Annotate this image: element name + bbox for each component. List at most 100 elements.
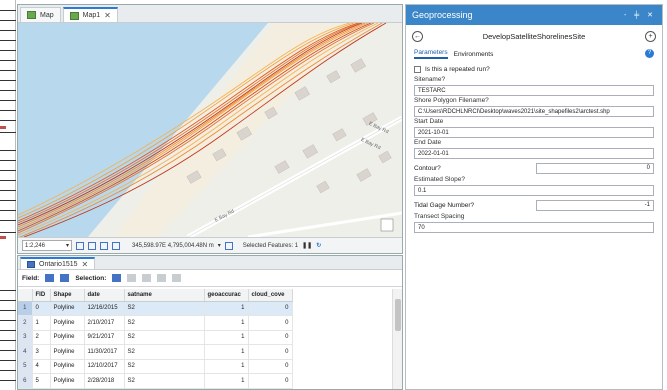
switch-selection-icon[interactable]: [142, 274, 152, 282]
scrollbar-thumb[interactable]: [395, 299, 401, 331]
row-number[interactable]: 5: [18, 359, 33, 374]
tidal-gage-field[interactable]: -1: [536, 199, 654, 211]
start-date-field[interactable]: 2021-10-01: [414, 127, 654, 138]
cell-satname: S2: [124, 315, 205, 331]
sliver-row-line: [0, 120, 16, 121]
map-canvas[interactable]: E Bay Rd E Bay Rd E Bay Rd: [18, 23, 402, 237]
end-date-field[interactable]: 2022-01-01: [414, 148, 654, 159]
slope-field[interactable]: 0.1: [414, 185, 654, 196]
row-number[interactable]: 1: [18, 301, 33, 316]
table-row[interactable]: 3 2 Polyline 9/21/2017 S2 1 0: [18, 330, 293, 345]
close-icon[interactable]: ✕: [82, 260, 89, 269]
add-icon[interactable]: +: [645, 30, 656, 42]
table-row[interactable]: 4 3 Polyline 11/30/2017 S2 1 0: [18, 344, 293, 360]
table-icon[interactable]: [88, 241, 96, 250]
tab-attribute-table[interactable]: Ontario1515 ✕: [20, 257, 96, 269]
cell-shape: Polyline: [50, 301, 85, 316]
column-header[interactable]: FID: [32, 289, 51, 302]
plus-icon[interactable]: [100, 241, 108, 250]
map-icon: [69, 11, 79, 20]
pane-window-controls[interactable]: - ╪ ✕: [624, 11, 656, 19]
sliver-marker: [0, 126, 6, 129]
cell-fid: 4: [32, 359, 51, 374]
sliver-row-line: [0, 330, 16, 331]
row-number[interactable]: 3: [18, 330, 33, 345]
cell-shape: Polyline: [50, 344, 85, 360]
scale-dropdown[interactable]: 1:2,246 ▾: [22, 240, 72, 251]
cell-cloud-cove: 0: [248, 359, 293, 374]
select-by-attributes-icon[interactable]: [112, 274, 122, 282]
cell-fid: 5: [32, 373, 51, 389]
sliver-row-line: [0, 232, 16, 233]
sliver-row-line: [0, 370, 16, 371]
tab-map1[interactable]: Map1 ✕: [62, 7, 118, 22]
rotation-icon[interactable]: [112, 241, 120, 250]
end-date-label: End Date: [414, 139, 442, 146]
sitename-field[interactable]: TESTARC: [414, 85, 654, 96]
sliver-row-line: [0, 170, 16, 171]
cell-geoaccurac: 1: [204, 330, 249, 345]
sliver-row-line: [0, 150, 16, 151]
tab-environments[interactable]: Environments: [454, 51, 494, 58]
column-header[interactable]: satname: [124, 289, 205, 302]
column-header[interactable]: cloud_cove: [248, 289, 293, 302]
tab-map[interactable]: Map: [20, 7, 61, 22]
cell-cloud-cove: 0: [248, 330, 293, 345]
column-header[interactable]: geoaccurac: [204, 289, 249, 302]
sliver-row-line: [0, 210, 16, 211]
table-row[interactable]: 1 0 Polyline 12/16/2015 S2 1 0: [18, 301, 293, 316]
cell-fid: 2: [32, 330, 51, 345]
sliver-row-line: [0, 300, 16, 301]
transect-spacing-label: Transect Spacing: [414, 213, 465, 220]
selection-label: Selection:: [75, 274, 107, 282]
table-row[interactable]: 5 4 Polyline 12/10/2017 S2 1 0: [18, 359, 293, 374]
zoom-to-selection-icon[interactable]: [127, 274, 137, 282]
chevron-down-icon: ▾: [65, 243, 69, 249]
selection-icon[interactable]: [224, 241, 233, 250]
sliver-row-line: [0, 10, 16, 11]
table-row[interactable]: 2 1 Polyline 2/10/2017 S2 1 0: [18, 315, 293, 331]
row-number[interactable]: 6: [18, 373, 33, 389]
repeated-run-checkbox[interactable]: [414, 65, 421, 73]
polygon-filename-label: Shore Polygon Filename?: [414, 97, 489, 104]
polygon-filename-field[interactable]: C:\Users\RDCHLNRCI\Desktop\waves2021\sit…: [414, 106, 654, 117]
row-number[interactable]: 4: [18, 344, 33, 360]
grid-icon[interactable]: [76, 241, 84, 250]
sliver-row-line: [0, 20, 16, 21]
table-header-row: FID Shape date satname geoaccurac cloud_…: [18, 289, 293, 302]
cell-geoaccurac: 1: [204, 315, 249, 331]
add-field-icon[interactable]: [45, 274, 55, 282]
tool-title-bar: ← DevelopSatelliteShorelinesSite +: [406, 25, 662, 47]
row-number[interactable]: 2: [18, 315, 33, 331]
cell-geoaccurac: 1: [204, 373, 249, 389]
cell-shape: Polyline: [50, 315, 85, 331]
transect-spacing-field[interactable]: 70: [414, 222, 654, 233]
chevron-down-icon[interactable]: ▾: [218, 242, 221, 249]
sliver-row-line: [0, 50, 16, 51]
table-row[interactable]: 6 5 Polyline 2/28/2018 S2 1 0: [18, 373, 293, 389]
sliver-marker: [0, 236, 6, 239]
cell-date: 12/10/2017: [84, 359, 125, 374]
tab-map1-label: Map1: [82, 12, 101, 19]
sliver-row-line: [0, 350, 16, 351]
cell-fid: 3: [32, 344, 51, 360]
table-scrollbar[interactable]: [392, 289, 402, 389]
calculate-field-icon[interactable]: [60, 274, 70, 282]
pause-icon[interactable]: ❚❚: [302, 242, 312, 249]
sliver-row-line: [0, 340, 16, 341]
column-header[interactable]: date: [84, 289, 125, 302]
selected-features-count[interactable]: Selected Features: 1: [243, 243, 298, 249]
clear-selection-icon[interactable]: [157, 274, 167, 282]
tab-parameters[interactable]: Parameters: [414, 49, 448, 59]
refresh-icon[interactable]: ↻: [316, 242, 321, 249]
sliver-row-line: [0, 180, 16, 181]
contour-field[interactable]: 0: [536, 162, 654, 174]
back-arrow-icon[interactable]: ←: [412, 30, 423, 42]
delete-selection-icon[interactable]: [172, 274, 182, 282]
map-tabbar: Map Map1 ✕: [18, 5, 402, 23]
help-icon[interactable]: ?: [645, 49, 654, 58]
sliver-row-line: [0, 30, 16, 31]
column-header[interactable]: Shape: [50, 289, 85, 302]
close-icon[interactable]: ✕: [104, 11, 111, 20]
sliver-row-line: [0, 70, 16, 71]
